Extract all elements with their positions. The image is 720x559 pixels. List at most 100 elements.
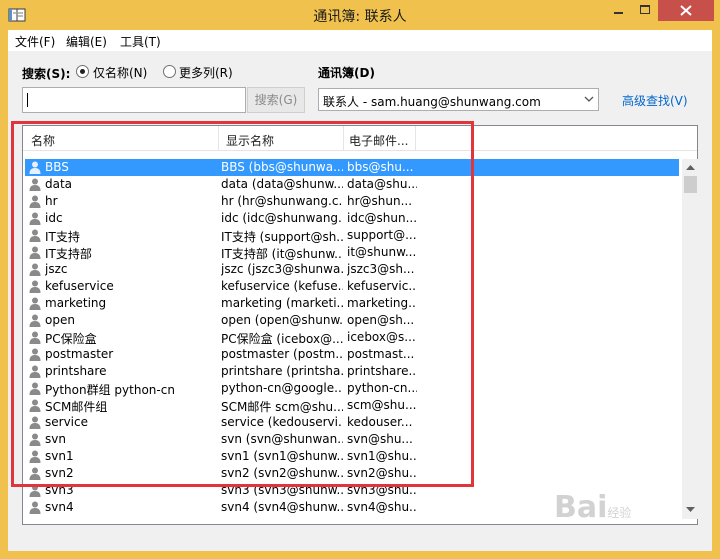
table-row[interactable]: IT支持 IT支持 (support@sh... support@... <box>25 227 679 244</box>
search-input[interactable] <box>22 87 246 113</box>
menu-file[interactable]: 文件(F) <box>15 33 55 50</box>
contact-name: IT支持 <box>45 230 80 244</box>
column-divider[interactable] <box>343 126 344 150</box>
close-icon <box>680 5 692 16</box>
scrollbar-thumb[interactable] <box>684 176 697 193</box>
contact-email: kefuservic... <box>347 279 417 293</box>
contact-email: bbs@shu... <box>347 160 414 174</box>
table-row[interactable]: postmaster postmaster (postm... postmast..… <box>25 346 679 363</box>
contact-display-name: IT支持 (support@sh... <box>221 230 343 244</box>
maximize-button[interactable] <box>632 0 658 21</box>
table-row[interactable]: svn1 svn1 (svn1@shunw... svn1@shu... <box>25 448 679 465</box>
watermark-sub: 经验 <box>607 506 632 520</box>
table-row[interactable]: data data (data@shunw... data@shu... <box>25 176 679 193</box>
scroll-up-button[interactable] <box>682 159 699 176</box>
person-icon <box>29 365 41 378</box>
menu-bar: 文件(F) 编辑(E) 工具(T) <box>8 30 712 51</box>
column-header-name[interactable]: 名称 <box>31 132 55 149</box>
table-row[interactable]: kefuservice kefuservice (kefuse... kefuser… <box>25 278 679 295</box>
advanced-find-link[interactable]: 高级查找(V) <box>622 92 688 109</box>
vertical-scrollbar[interactable] <box>682 159 699 519</box>
contact-email: idc@shun... <box>347 211 417 225</box>
column-header-display-name[interactable]: 显示名称 <box>226 132 274 149</box>
radio-name-only-label[interactable]: 仅名称(N) <box>93 64 147 81</box>
table-row[interactable]: svn svn (svn@shunwan... svn@shu... <box>25 431 679 448</box>
contact-display-name: IT支持部 (it@shunw... <box>221 247 343 261</box>
person-icon <box>29 314 41 327</box>
contact-email: kedouser... <box>347 415 413 429</box>
person-icon <box>29 331 41 344</box>
title-bar: 通讯簿: 联系人 <box>0 0 720 30</box>
column-divider[interactable] <box>218 126 219 150</box>
contact-name: printshare <box>45 364 107 378</box>
contact-name: SCM邮件组 <box>45 400 108 414</box>
addressbook-label: 通讯簿(D) <box>318 66 375 80</box>
close-button[interactable] <box>658 0 714 21</box>
person-icon <box>29 178 41 191</box>
address-book-window: 通讯簿: 联系人 文件(F) 编辑(E) 工具(T) 搜索(S): 仅名称(N)… <box>0 0 720 559</box>
table-row[interactable]: marketing marketing (marketi... marketing.… <box>25 295 679 312</box>
minimize-icon <box>614 12 623 14</box>
contact-name: kefuservice <box>45 279 114 293</box>
contact-name: postmaster <box>45 347 114 361</box>
contact-name: svn1 <box>45 449 74 463</box>
column-divider[interactable] <box>415 126 416 150</box>
contact-display-name: idc (idc@shunwang... <box>221 211 343 225</box>
contact-display-name: data (data@shunw... <box>221 177 343 191</box>
contact-email: python-cn... <box>347 381 417 395</box>
contact-name: IT支持部 <box>45 247 92 261</box>
contact-email: hr@shun... <box>347 194 413 208</box>
contact-email: it@shunw... <box>347 245 417 259</box>
person-icon <box>29 467 41 480</box>
table-row[interactable]: Python群组 python-cn python-cn@google... pyt… <box>25 380 679 397</box>
person-icon <box>29 399 41 412</box>
maximize-icon <box>640 5 650 14</box>
contact-display-name: kefuservice (kefuse... <box>221 279 343 293</box>
contact-display-name: svn1 (svn1@shunw... <box>221 449 343 463</box>
contact-display-name: marketing (marketi... <box>221 296 343 310</box>
contact-display-name: service (kedouservi... <box>221 415 343 429</box>
person-icon <box>29 195 41 208</box>
person-icon <box>29 501 41 514</box>
person-icon <box>29 297 41 310</box>
contact-email: scm@shu... <box>347 398 417 412</box>
table-row[interactable]: hr hr (hr@shunwang.c... hr@shun... <box>25 193 679 210</box>
contact-name: svn3 <box>45 483 74 497</box>
radio-name-only[interactable] <box>76 65 89 78</box>
contact-name: Python群组 python-cn <box>45 383 175 397</box>
person-icon <box>29 161 41 174</box>
contact-display-name: svn3 (svn3@shunw... <box>221 483 343 497</box>
table-row[interactable]: SCM邮件组 SCM邮件 scm@shu... scm@shu... <box>25 397 679 414</box>
contact-display-name: BBS (bbs@shunwa... <box>221 160 343 174</box>
addressbook-select[interactable]: 联系人 - sam.huang@shunwang.com <box>318 88 599 111</box>
table-row[interactable]: service service (kedouservi... kedouser... <box>25 414 679 431</box>
triangle-up-icon <box>686 165 695 170</box>
contact-name: open <box>45 313 75 327</box>
contact-name: svn4 <box>45 500 74 514</box>
table-row[interactable]: IT支持部 IT支持部 (it@shunw... it@shunw... <box>25 244 679 261</box>
table-row[interactable]: PC保险盒 PC保险盒 (icebox@... icebox@s... <box>25 329 679 346</box>
contact-email: jszc3@sh... <box>347 262 415 276</box>
contact-display-name: hr (hr@shunwang.c... <box>221 194 343 208</box>
contact-email: svn@shu... <box>347 432 413 446</box>
table-row[interactable]: BBS BBS (bbs@shunwa... bbs@shu... <box>25 159 679 176</box>
person-icon <box>29 348 41 361</box>
table-row[interactable]: printshare printshare (printsha... printsh… <box>25 363 679 380</box>
radio-more-columns-label[interactable]: 更多列(R) <box>179 64 233 81</box>
table-row[interactable]: jszc jszc (jszc3@shunwa... jszc3@sh... <box>25 261 679 278</box>
contact-email: marketing... <box>347 296 417 310</box>
contact-email: data@shu... <box>347 177 417 191</box>
search-button[interactable]: 搜索(G) <box>247 87 305 113</box>
person-icon <box>29 263 41 276</box>
person-icon <box>29 433 41 446</box>
menu-edit[interactable]: 编辑(E) <box>66 33 107 50</box>
table-row[interactable]: open open (open@shunw... open@sh... <box>25 312 679 329</box>
column-header-email[interactable]: 电子邮件... <box>349 132 408 149</box>
radio-more-columns[interactable] <box>163 65 176 78</box>
table-row[interactable]: idc idc (idc@shunwang... idc@shun... <box>25 210 679 227</box>
minimize-button[interactable] <box>605 0 632 21</box>
table-row[interactable]: svn2 svn2 (svn2@shunw... svn2@shu... <box>25 465 679 482</box>
triangle-down-icon <box>686 507 695 512</box>
menu-tools[interactable]: 工具(T) <box>120 33 161 50</box>
scroll-down-button[interactable] <box>682 502 699 519</box>
